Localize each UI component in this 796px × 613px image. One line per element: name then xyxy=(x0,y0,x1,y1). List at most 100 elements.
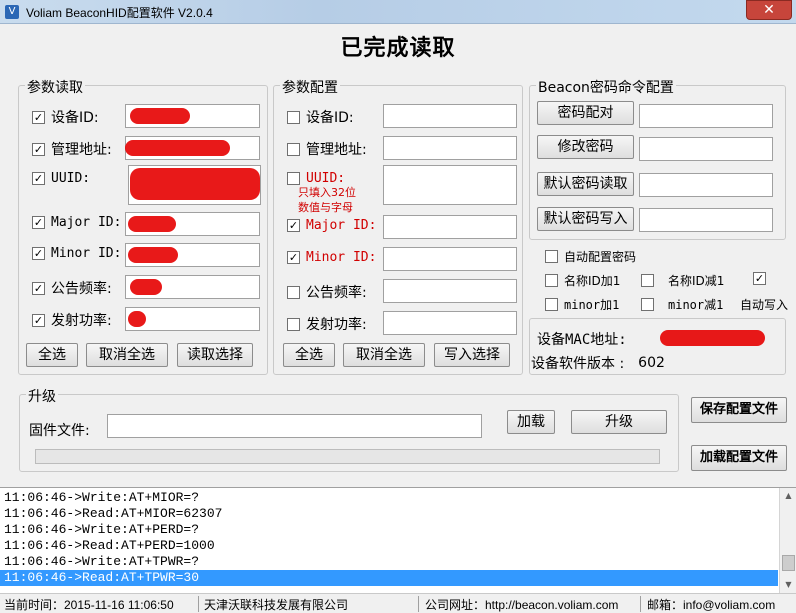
auto-password-checkbox[interactable] xyxy=(545,250,558,263)
cfg-row-minor: ✓ Minor ID: xyxy=(287,250,376,265)
cfg-minor-field[interactable] xyxy=(383,247,517,271)
read-mgmt-addr-label: 管理地址: xyxy=(51,142,112,158)
cfg-adv-interval-field[interactable] xyxy=(383,279,517,303)
scroll-up-arrow-icon[interactable]: ▲ xyxy=(783,490,794,502)
read-row-uuid: ✓ UUID: xyxy=(32,171,90,186)
cfg-row-adv-interval: 公告频率: xyxy=(287,282,367,302)
auto-password-label: 自动配置密码 xyxy=(564,250,637,264)
window-titlebar: V Voliam BeaconHID配置软件 V2.0.4 ✕ xyxy=(0,0,796,24)
status-title: 已完成读取 xyxy=(340,36,456,61)
name-id-inc-checkbox[interactable] xyxy=(545,274,558,287)
default-password-write-field[interactable] xyxy=(639,208,773,232)
mac-row: 设备MAC地址: xyxy=(537,329,627,349)
read-tx-power-checkbox[interactable]: ✓ xyxy=(32,313,45,327)
cfg-uuid-field[interactable] xyxy=(383,165,517,205)
redaction-mark xyxy=(128,247,178,263)
log-line: 11:06:46->Write:AT+MIOR=? xyxy=(4,490,200,505)
scroll-down-arrow-icon[interactable]: ▼ xyxy=(783,579,794,591)
cfg-row-device-id: 设备ID: xyxy=(287,107,354,127)
read-adv-interval-label: 公告频率: xyxy=(51,281,112,297)
cfg-select-all-button[interactable]: 全选 xyxy=(283,343,335,367)
save-config-button[interactable]: 保存配置文件 xyxy=(691,397,787,423)
minor-inc-checkbox[interactable] xyxy=(545,298,558,311)
status-website: 公司网址：http://beacon.voliam.com xyxy=(425,598,619,612)
cfg-device-id-label: 设备ID: xyxy=(306,110,354,126)
name-id-dec-option[interactable]: 名称ID减1 xyxy=(641,272,724,289)
read-row-tx-power: ✓ 发射功率: xyxy=(32,310,112,330)
upgrade-progress-bar xyxy=(35,449,660,464)
read-tx-power-label: 发射功率: xyxy=(51,313,112,329)
password-pair-field[interactable] xyxy=(639,104,773,128)
auto-password-option[interactable]: 自动配置密码 xyxy=(545,248,636,265)
extra-option-checkbox[interactable]: ✓ xyxy=(753,272,766,285)
log-line: 11:06:46->Write:AT+TPWR=? xyxy=(4,554,200,569)
cfg-major-field[interactable] xyxy=(383,215,517,239)
cfg-mgmt-addr-label: 管理地址: xyxy=(306,142,367,158)
default-password-write-button[interactable]: 默认密码写入 xyxy=(537,207,634,231)
close-button[interactable]: ✕ xyxy=(746,0,792,20)
log-scrollbar[interactable]: ▲ ▼ xyxy=(779,488,796,593)
log-line-selected: 11:06:46->Read:AT+TPWR=30 xyxy=(0,570,778,586)
password-pair-button[interactable]: 密码配对 xyxy=(537,101,634,125)
read-select-all-button[interactable]: 全选 xyxy=(26,343,78,367)
default-password-read-button[interactable]: 默认密码读取 xyxy=(537,172,634,196)
cfg-major-checkbox[interactable]: ✓ xyxy=(287,219,300,232)
name-id-dec-label: 名称ID减1 xyxy=(668,274,725,288)
read-adv-interval-checkbox[interactable]: ✓ xyxy=(32,281,45,295)
name-id-inc-option[interactable]: 名称ID加1 xyxy=(545,272,620,289)
firmware-file-field[interactable] xyxy=(107,414,482,438)
cfg-cancel-all-button[interactable]: 取消全选 xyxy=(343,343,425,367)
cfg-major-label: Major ID: xyxy=(306,218,377,233)
name-id-inc-label: 名称ID加1 xyxy=(564,274,621,288)
redaction-mark xyxy=(128,311,146,327)
cfg-row-mgmt-addr: 管理地址: xyxy=(287,139,367,159)
cfg-mgmt-addr-checkbox[interactable] xyxy=(287,142,300,156)
uuid-hint-line-2: 数值与字母 xyxy=(298,201,353,214)
status-separator xyxy=(640,596,641,612)
extra-option[interactable]: ✓ xyxy=(753,272,772,285)
read-row-major: ✓ Major ID: xyxy=(32,215,121,230)
write-selected-button[interactable]: 写入选择 xyxy=(434,343,510,367)
cfg-row-uuid: UUID: xyxy=(287,171,345,186)
cfg-tx-power-checkbox[interactable] xyxy=(287,317,300,331)
log-panel[interactable]: 11:06:46->Write:AT+MIOR=? 11:06:46->Read… xyxy=(0,487,796,593)
name-id-dec-checkbox[interactable] xyxy=(641,274,654,287)
status-separator xyxy=(418,596,419,612)
read-mgmt-addr-checkbox[interactable]: ✓ xyxy=(32,142,45,156)
cfg-device-id-checkbox[interactable] xyxy=(287,110,300,124)
cfg-tx-power-label: 发射功率: xyxy=(306,317,367,333)
upgrade-legend: 升级 xyxy=(26,386,58,406)
read-cancel-all-button[interactable]: 取消全选 xyxy=(86,343,168,367)
redaction-mark xyxy=(125,140,230,156)
read-major-checkbox[interactable]: ✓ xyxy=(32,216,45,229)
minor-dec-checkbox[interactable] xyxy=(641,298,654,311)
cfg-mgmt-addr-field[interactable] xyxy=(383,136,517,160)
change-password-field[interactable] xyxy=(639,137,773,161)
cfg-minor-checkbox[interactable]: ✓ xyxy=(287,251,300,264)
cfg-uuid-label: UUID: xyxy=(306,171,346,186)
cfg-tx-power-field[interactable] xyxy=(383,311,517,335)
read-minor-checkbox[interactable]: ✓ xyxy=(32,247,45,260)
log-line: 11:06:46->Read:AT+PERD=1000 xyxy=(4,538,215,553)
change-password-button[interactable]: 修改密码 xyxy=(537,135,634,159)
scroll-thumb[interactable] xyxy=(782,555,795,571)
load-config-button[interactable]: 加载配置文件 xyxy=(691,445,787,471)
minor-inc-option[interactable]: minor加1 xyxy=(545,296,619,313)
status-email: 邮箱：info@voliam.com xyxy=(647,598,776,612)
default-password-read-field[interactable] xyxy=(639,173,773,197)
upgrade-button[interactable]: 升级 xyxy=(571,410,667,434)
read-device-id-checkbox[interactable]: ✓ xyxy=(32,110,45,124)
minor-dec-option[interactable]: minor减1 xyxy=(641,296,723,313)
beacon-password-legend: Beacon密码命令配置 xyxy=(536,77,676,97)
config-params-legend: 参数配置 xyxy=(280,77,340,97)
cfg-device-id-field[interactable] xyxy=(383,104,517,128)
cfg-uuid-checkbox[interactable] xyxy=(287,172,300,185)
version-label: 设备软件版本 : xyxy=(531,356,625,372)
read-device-id-label: 设备ID: xyxy=(51,110,99,126)
read-selected-button[interactable]: 读取选择 xyxy=(177,343,253,367)
cfg-row-tx-power: 发射功率: xyxy=(287,314,367,334)
load-firmware-button[interactable]: 加载 xyxy=(507,410,555,434)
read-uuid-checkbox[interactable]: ✓ xyxy=(32,172,45,185)
version-value: 602 xyxy=(638,355,665,371)
cfg-adv-interval-checkbox[interactable] xyxy=(287,285,300,299)
